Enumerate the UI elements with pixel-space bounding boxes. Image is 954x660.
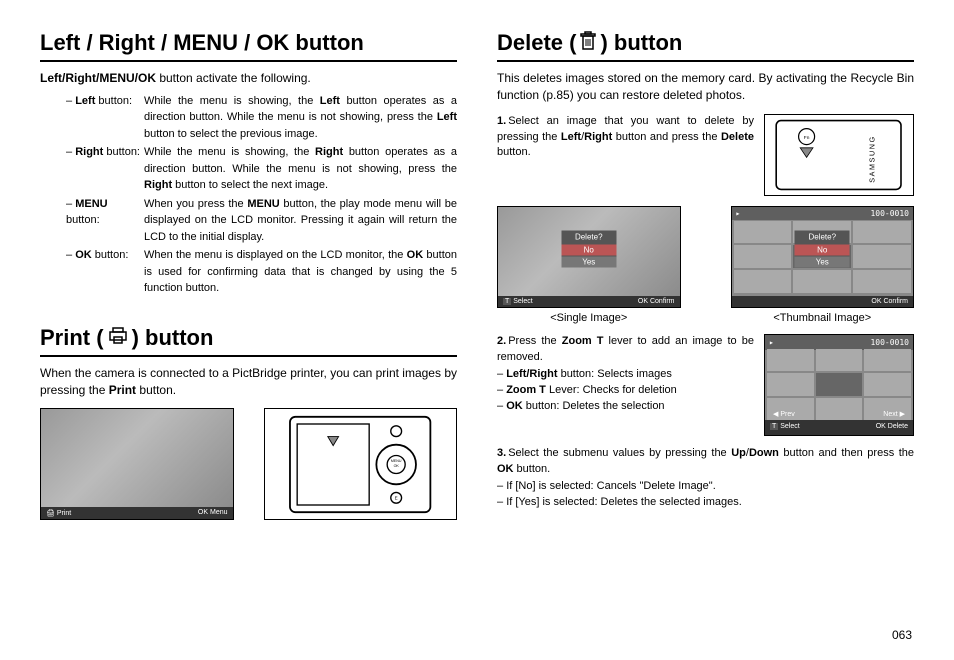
delete-figures-row: ▸100-0010 Delete? No Yes T Select OK Con…: [497, 206, 914, 324]
printer-icon: [108, 327, 128, 349]
thumbnail-select-screen: ▸100-0010 ◀ Prev Next ▶ T Select OK Dele…: [764, 334, 914, 436]
svg-text:Fn: Fn: [804, 135, 810, 141]
step-3: 3.Select the submenu values by pressing …: [497, 446, 914, 512]
camera-delete-illustration: Fn SAMSUNG: [764, 114, 914, 196]
caption-single: <Single Image>: [497, 312, 681, 324]
heading-delete-button: Delete ( ) button: [497, 30, 914, 62]
step-1: 1.Select an image that you want to delet…: [497, 114, 914, 196]
delete-dialog-thumb: Delete? No Yes: [795, 230, 850, 267]
heading-left-right-menu-ok: Left / Right / MENU / OK button: [40, 30, 457, 62]
delete-intro: This deletes images stored on the memory…: [497, 70, 914, 104]
svg-text:E: E: [395, 495, 398, 500]
svg-text:SAMSUNG: SAMSUNG: [868, 135, 877, 183]
caption-thumb: <Thumbnail Image>: [731, 312, 915, 324]
button-definitions: – Left button: While the menu is showing…: [66, 93, 457, 297]
print-intro: When the camera is connected to a PictBr…: [40, 365, 457, 399]
camera-back-illustration: MENU OK E: [264, 408, 458, 520]
thumbnail-image-screen: ▸100-0010 Delete? No Yes OK Confirm: [731, 206, 915, 308]
page-number: 063: [892, 628, 912, 642]
single-image-screen: ▸100-0010 Delete? No Yes T Select OK Con…: [497, 206, 681, 308]
play-icon: ▸: [769, 337, 774, 349]
svg-text:OK: OK: [394, 464, 400, 468]
heading-print-button: Print ( ) button: [40, 325, 457, 357]
svg-text:MENU: MENU: [391, 459, 402, 463]
play-icon: ▸: [736, 209, 741, 218]
print-screen-figure: ▰100-0010 🖨 Print OK Menu: [40, 408, 234, 520]
delete-dialog: Delete? No Yes: [561, 230, 616, 267]
print-figures-row: ▰100-0010 🖨 Print OK Menu MENU OK: [40, 408, 457, 520]
trash-icon: [580, 31, 596, 55]
step-2: 2.Press the Zoom T lever to add an image…: [497, 334, 914, 436]
intro-text: Left/Right/MENU/OK button activate the f…: [40, 70, 457, 87]
